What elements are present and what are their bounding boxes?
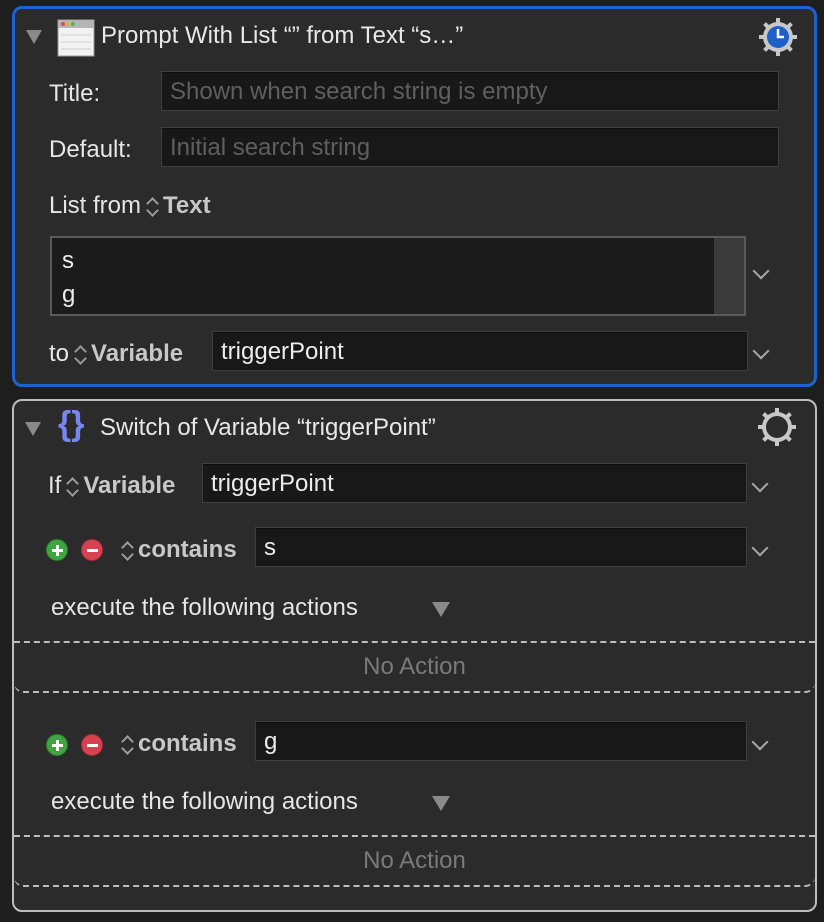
if-row: If Variable [48, 472, 175, 500]
switch-action[interactable]: {} Switch of Variable “triggerPoint” If V… [12, 399, 817, 912]
no-action-dropzone[interactable]: No Action [14, 835, 815, 887]
list-from-row: List from Text [49, 192, 211, 220]
execute-label: execute the following actions [51, 594, 358, 621]
chevron-down-icon[interactable] [751, 475, 769, 493]
list-line: g [62, 281, 76, 308]
scrollbar[interactable] [714, 238, 744, 314]
chevron-down-icon[interactable] [751, 733, 769, 751]
curly-braces-icon: {} [58, 405, 85, 443]
case-value-field[interactable]: s [255, 527, 747, 567]
remove-case-button[interactable] [81, 734, 103, 756]
list-text-area[interactable]: s g [50, 236, 746, 316]
case-operator-row: contains [116, 730, 237, 758]
disclosure-triangle-icon[interactable] [432, 602, 450, 617]
title-label: Title: [49, 80, 101, 107]
window-list-icon [57, 19, 95, 57]
popup-arrows-icon[interactable] [73, 342, 87, 368]
add-case-button[interactable] [46, 734, 68, 756]
variable-field[interactable]: triggerPoint [212, 331, 748, 371]
disclosure-triangle-icon[interactable] [26, 30, 42, 44]
case-operator-popup[interactable]: contains [138, 536, 237, 563]
add-case-button[interactable] [46, 539, 68, 561]
to-label: to [49, 340, 70, 367]
action-title: Prompt With List “” from Text “s…” [101, 22, 464, 49]
chevron-down-icon[interactable] [752, 342, 770, 360]
list-from-label: List from [49, 192, 142, 219]
case-operator-row: contains [116, 536, 237, 564]
default-field[interactable]: Initial search string [161, 127, 779, 167]
disclosure-triangle-icon[interactable] [432, 796, 450, 811]
popup-arrows-icon[interactable] [120, 538, 134, 564]
to-type-popup[interactable]: Variable [91, 340, 183, 367]
execute-label: execute the following actions [51, 788, 358, 815]
to-row: to Variable [49, 340, 183, 368]
no-action-dropzone[interactable]: No Action [14, 641, 815, 693]
gear-clock-icon[interactable] [757, 16, 799, 58]
list-from-source-popup[interactable]: Text [163, 192, 211, 219]
chevron-down-icon[interactable] [751, 539, 769, 557]
prompt-with-list-action[interactable]: Prompt With List “” from Text “s…” Title… [12, 6, 817, 387]
gear-icon[interactable] [756, 406, 798, 448]
remove-case-button[interactable] [81, 539, 103, 561]
case-operator-popup[interactable]: contains [138, 730, 237, 757]
popup-arrows-icon[interactable] [145, 194, 159, 220]
if-label: If [48, 472, 62, 499]
if-type-popup[interactable]: Variable [83, 472, 175, 499]
disclosure-triangle-icon[interactable] [25, 422, 41, 436]
title-field[interactable]: Shown when search string is empty [161, 71, 779, 111]
list-line: s [62, 247, 74, 274]
action-title: Switch of Variable “triggerPoint” [100, 414, 436, 441]
default-label: Default: [49, 136, 132, 163]
no-action-label: No Action [363, 653, 466, 680]
popup-arrows-icon[interactable] [65, 474, 79, 500]
chevron-down-icon[interactable] [752, 262, 770, 280]
popup-arrows-icon[interactable] [120, 732, 134, 758]
no-action-label: No Action [363, 847, 466, 874]
case-value-field[interactable]: g [255, 721, 747, 761]
switch-variable-field[interactable]: triggerPoint [202, 463, 747, 503]
